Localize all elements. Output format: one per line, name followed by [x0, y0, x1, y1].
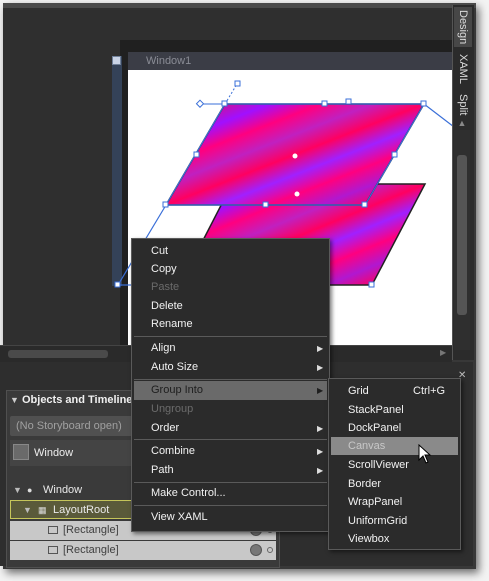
rectangle-icon	[48, 546, 58, 554]
submenu-item-label: StackPanel	[348, 404, 404, 416]
expand-triangle-icon[interactable]: ▼	[23, 501, 32, 520]
shape-center-point[interactable]	[292, 153, 298, 159]
storyboard-picker[interactable]: (No Storyboard open)	[10, 416, 136, 436]
tab-split[interactable]: Split	[454, 91, 472, 119]
menu-item-label: Path	[151, 464, 174, 476]
submenu-item-label: ScrollViewer	[348, 459, 409, 471]
menu-item-rename[interactable]: Rename	[132, 315, 329, 334]
submenu-item-stackpanel[interactable]: StackPanel	[331, 401, 458, 419]
menu-item-group-into[interactable]: Group Into ▶	[134, 381, 327, 400]
shape-center-point[interactable]	[294, 191, 300, 197]
submenu-item-uniformgrid[interactable]: UniformGrid	[331, 512, 458, 530]
menu-item-label: Delete	[151, 300, 183, 312]
submenu-arrow-icon: ▶	[317, 447, 324, 456]
submenu-item-grid[interactable]: Grid Ctrl+G	[331, 382, 458, 400]
submenu-item-label: DockPanel	[348, 422, 402, 434]
mouse-pointer-icon	[418, 444, 432, 464]
menu-item-label: Align	[151, 342, 176, 354]
menu-item-label: View XAML	[151, 511, 208, 523]
tab-xaml[interactable]: XAML	[454, 50, 472, 88]
menu-item-combine[interactable]: Combine ▶	[132, 442, 329, 461]
submenu-item-scrollviewer[interactable]: ScrollViewer	[331, 456, 458, 474]
menu-item-auto-size[interactable]: Auto Size ▶	[132, 358, 329, 377]
vertical-scrollbar[interactable]	[454, 130, 470, 350]
context-menu: Cut Copy Paste Delete Rename Align ▶ Auto…	[131, 238, 330, 532]
submenu-item-label: Border	[348, 478, 382, 490]
menu-item-view-xaml[interactable]: View XAML	[132, 508, 329, 527]
submenu-arrow-icon: ▶	[317, 386, 324, 395]
submenu-item-wrappanel[interactable]: WrapPanel	[331, 493, 458, 511]
submenu-item-canvas[interactable]: Canvas	[331, 437, 458, 455]
menu-separator	[134, 439, 327, 440]
submenu-arrow-icon: ▶	[317, 363, 324, 372]
submenu-arrow-icon: ▶	[317, 344, 324, 353]
element-icon: ●	[27, 485, 33, 495]
submenu-item-label: Grid	[348, 385, 369, 397]
menu-separator	[134, 505, 327, 506]
scroll-up-arrow-icon[interactable]: ▲	[454, 118, 470, 130]
submenu-arrow-icon: ▶	[317, 466, 324, 475]
menu-item-label: Auto Size	[151, 361, 199, 373]
objects-timeline-header[interactable]: ▼ Objects and Timeline	[10, 394, 132, 406]
submenu-item-label: Viewbox	[348, 533, 390, 545]
horizontal-scroll-thumb[interactable]	[8, 350, 108, 358]
menu-item-ungroup[interactable]: Ungroup	[132, 400, 329, 419]
scope-up-icon[interactable]	[13, 444, 29, 460]
scroll-right-arrow-icon[interactable]: ▶	[440, 348, 446, 357]
submenu-item-label: Canvas	[348, 440, 386, 452]
menu-item-align[interactable]: Align ▶	[132, 339, 329, 358]
menu-item-label: Combine	[151, 445, 196, 457]
submenu-item-dockpanel[interactable]: DockPanel	[331, 419, 458, 437]
menu-item-label: Group Into	[151, 384, 203, 396]
tree-item-label: [Rectangle]	[63, 544, 119, 556]
visibility-eye-icon[interactable]	[250, 544, 262, 556]
expand-triangle-icon[interactable]: ▼	[13, 481, 22, 500]
tree-item-label: Window	[43, 484, 83, 496]
menu-item-path[interactable]: Path ▶	[132, 461, 329, 480]
submenu-arrow-icon: ▶	[317, 424, 324, 433]
tree-item-rectangle[interactable]: [Rectangle]	[10, 541, 276, 560]
menu-item-order[interactable]: Order ▶	[132, 419, 329, 438]
submenu-item-label: WrapPanel	[348, 496, 403, 508]
menu-item-make-control[interactable]: Make Control...	[132, 484, 329, 503]
lock-dot-icon[interactable]	[267, 547, 273, 553]
menu-item-label: Paste	[151, 281, 180, 293]
vertical-scroll-thumb[interactable]	[457, 155, 467, 315]
menu-item-label: Copy	[151, 263, 177, 275]
menu-item-cut[interactable]: Cut	[132, 242, 329, 261]
tab-design[interactable]: Design	[454, 7, 472, 47]
menu-item-label: Rename	[151, 318, 193, 330]
menu-item-label: Ungroup	[151, 403, 194, 415]
tree-item-label: [Rectangle]	[63, 524, 119, 536]
menu-item-label: Order	[151, 422, 180, 434]
menu-separator	[134, 379, 327, 380]
menu-separator	[134, 482, 327, 483]
scope-label: Window	[34, 447, 74, 459]
submenu-item-viewbox[interactable]: Viewbox	[331, 530, 458, 548]
menu-item-paste[interactable]: Paste	[132, 278, 329, 297]
grid-icon: ▦	[38, 505, 47, 515]
menu-item-copy[interactable]: Copy	[132, 260, 329, 279]
menu-item-label: Make Control...	[151, 487, 226, 499]
shortcut-label: Ctrl+G	[413, 385, 446, 397]
rectangle-icon	[48, 526, 58, 534]
collapse-triangle-icon[interactable]: ▼	[10, 395, 19, 405]
tree-item-label: LayoutRoot	[53, 504, 110, 516]
scope-selector[interactable]: Window	[10, 440, 136, 466]
menu-separator	[134, 336, 327, 337]
group-into-submenu: Grid Ctrl+G StackPanel DockPanel Canvas S…	[328, 378, 461, 550]
submenu-item-border[interactable]: Border	[331, 475, 458, 493]
menu-item-delete[interactable]: Delete	[132, 297, 329, 316]
submenu-item-label: UniformGrid	[348, 515, 408, 527]
panel-title: Objects and Timeline	[21, 394, 133, 406]
menu-item-label: Cut	[151, 245, 169, 257]
